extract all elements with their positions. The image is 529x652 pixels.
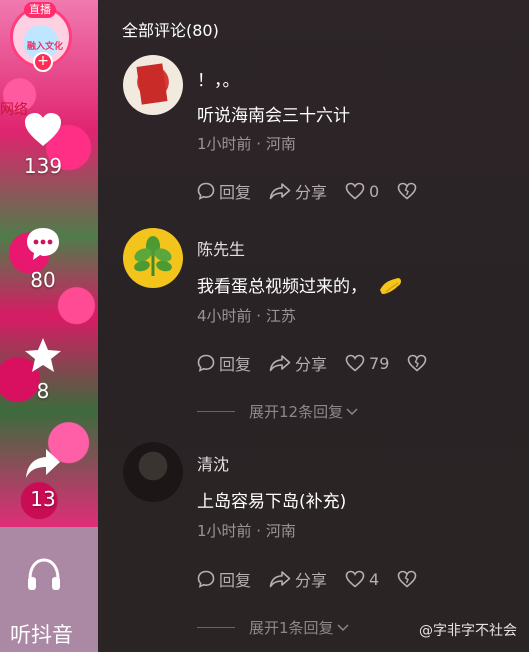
reply-button[interactable]: 回复 bbox=[197, 351, 251, 375]
dislike-button[interactable] bbox=[397, 570, 421, 588]
comment-count: 80 bbox=[30, 268, 56, 292]
comment-actions: 回复 分享 79 bbox=[197, 351, 449, 375]
like-count: 0 bbox=[369, 181, 380, 201]
comment-panel-title: 全部评论(80) bbox=[122, 21, 219, 40]
username[interactable]: 清沈 bbox=[197, 451, 229, 475]
chevron-down-icon bbox=[346, 407, 358, 415]
avatar[interactable] bbox=[123, 55, 183, 115]
thumbs-up-emoji-icon bbox=[380, 278, 402, 294]
share-label: 分享 bbox=[295, 571, 328, 590]
comment-actions: 回复 分享 4 bbox=[197, 567, 439, 591]
comment-text-body: 我看蛋总视频过来的， bbox=[197, 277, 367, 297]
reply-bubble-icon bbox=[197, 570, 215, 588]
heart-outline-icon bbox=[345, 182, 365, 200]
listen-douyin-label: 听抖音 bbox=[10, 623, 73, 647]
share-icon bbox=[269, 183, 291, 200]
video-strip: 融入文化 直播 + 网络 139 80 8 13 bbox=[0, 0, 98, 527]
expand-replies-label: 展开12条回复 bbox=[249, 403, 344, 421]
listen-douyin-button[interactable]: 听抖音 bbox=[0, 527, 98, 652]
like-count: 79 bbox=[369, 353, 390, 373]
comment-meta: 1小时前 · 河南 bbox=[197, 135, 296, 153]
comment-text: 上岛容易下岛(补充) bbox=[197, 492, 347, 512]
headphones-icon bbox=[28, 558, 60, 590]
reply-button[interactable]: 回复 bbox=[197, 567, 251, 591]
comment-meta: 1小时前 · 河南 bbox=[197, 522, 296, 540]
broken-heart-icon bbox=[397, 570, 417, 588]
like-count: 139 bbox=[23, 154, 63, 178]
share-icon bbox=[269, 355, 291, 372]
like-count: 4 bbox=[369, 569, 380, 589]
share-label: 分享 bbox=[295, 355, 328, 374]
share-action[interactable]: 13 bbox=[0, 447, 86, 511]
heart-outline-icon bbox=[345, 570, 365, 588]
favorite-action[interactable]: 8 bbox=[0, 337, 86, 403]
dislike-button[interactable] bbox=[407, 354, 431, 372]
broken-heart-icon bbox=[408, 354, 427, 372]
favorite-count: 8 bbox=[36, 379, 50, 403]
watermark: @字非字不社会 bbox=[419, 620, 517, 640]
comment-bubble-icon bbox=[27, 228, 59, 260]
chevron-down-icon bbox=[337, 623, 349, 631]
follow-plus-icon[interactable]: + bbox=[33, 52, 53, 72]
avatar[interactable] bbox=[123, 442, 183, 502]
share-arrow-icon bbox=[26, 449, 60, 478]
comment-text: 听说海南会三十六计 bbox=[197, 106, 350, 126]
live-badge: 直播 bbox=[24, 2, 56, 18]
comment-meta: 4小时前 · 江苏 bbox=[197, 307, 296, 325]
username[interactable]: 陈先生 bbox=[197, 236, 245, 260]
share-button[interactable]: 分享 bbox=[269, 567, 327, 591]
reply-bubble-icon bbox=[197, 354, 215, 372]
comment-actions: 回复 分享 0 bbox=[197, 179, 439, 203]
comment-text-line: ！，。 bbox=[197, 71, 240, 91]
avatar[interactable] bbox=[123, 228, 183, 288]
like-action[interactable]: 139 bbox=[0, 112, 86, 178]
reply-label: 回复 bbox=[219, 183, 252, 202]
reply-label: 回复 bbox=[219, 571, 252, 590]
star-icon bbox=[25, 338, 61, 372]
live-avatar-text: 融入文化 bbox=[27, 42, 64, 52]
expand-replies-label: 展开1条回复 bbox=[249, 619, 334, 637]
comment-text: 我看蛋总视频过来的， bbox=[197, 272, 404, 297]
like-button[interactable]: 4 bbox=[345, 570, 379, 589]
avatar-package-shape bbox=[136, 63, 168, 105]
comment-action[interactable]: 80 bbox=[0, 226, 86, 292]
divider bbox=[197, 627, 235, 628]
share-icon bbox=[269, 571, 291, 588]
like-button[interactable]: 79 bbox=[345, 354, 389, 373]
share-label: 分享 bbox=[295, 183, 328, 202]
divider bbox=[197, 411, 235, 412]
reply-label: 回复 bbox=[219, 355, 252, 374]
dislike-button[interactable] bbox=[397, 182, 421, 200]
share-count: 13 bbox=[30, 487, 56, 511]
like-button[interactable]: 0 bbox=[345, 182, 379, 201]
heart-icon bbox=[25, 113, 61, 146]
share-button[interactable]: 分享 bbox=[269, 351, 327, 375]
watermark-text: @字非字不社会 bbox=[419, 623, 517, 639]
broken-heart-icon bbox=[397, 182, 417, 200]
comment-panel: 全部评论(80) ！，。 听说海南会三十六计 1小时前 · 河南 回复 分享 0 bbox=[98, 0, 529, 652]
reply-bubble-icon bbox=[197, 182, 215, 200]
leaf-icon bbox=[134, 236, 172, 276]
expand-replies-button[interactable]: 展开1条回复 bbox=[197, 617, 350, 638]
share-button[interactable]: 分享 bbox=[269, 179, 327, 203]
heart-outline-icon bbox=[345, 354, 365, 372]
expand-replies-button[interactable]: 展开12条回复 bbox=[197, 401, 359, 422]
reply-button[interactable]: 回复 bbox=[197, 179, 251, 203]
